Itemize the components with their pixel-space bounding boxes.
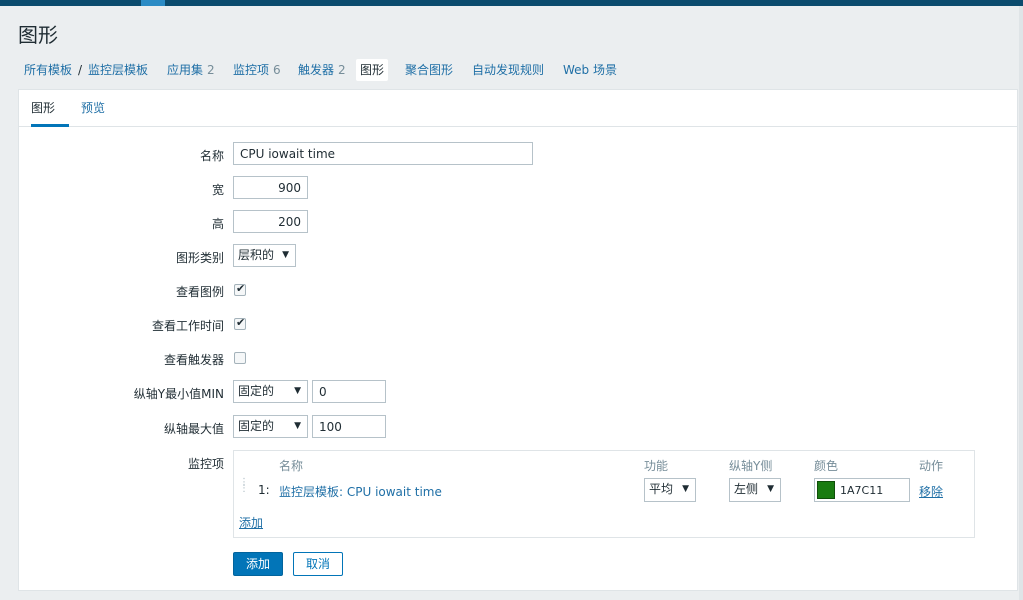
caret-down-icon: ▼ [767, 484, 774, 494]
color-value: 1A7C11 [840, 484, 884, 497]
breadcrumb-discovery-rules[interactable]: 自动发现规则 [472, 56, 544, 84]
breadcrumb-all-templates[interactable]: 所有模板 [24, 56, 72, 84]
show-worktime-checkbox[interactable]: ✔ [234, 316, 246, 330]
col-head-color: 颜色 [814, 459, 839, 473]
breadcrumb: 所有模板 / 监控层模板 应用集 2 监控项 6 触发器 2 图形 聚合图形 自动发现… [0, 56, 1023, 84]
scrollbar[interactable] [1019, 6, 1023, 600]
caret-down-icon: ▼ [294, 386, 301, 396]
row-number: 1: [258, 483, 270, 497]
width-input[interactable] [233, 176, 308, 199]
breadcrumb-applications[interactable]: 应用集 2 [167, 56, 215, 84]
ymax-type-select[interactable]: 固定的 ▼ [233, 415, 308, 438]
col-head-name: 名称 [279, 459, 304, 473]
col-head-yaxis: 纵轴Y侧 [729, 459, 773, 473]
width-label: 宽 [211, 183, 224, 197]
items-label: 监控项 [187, 457, 224, 471]
cancel-button[interactable]: 取消 [293, 552, 343, 576]
name-input[interactable] [233, 142, 533, 165]
name-label: 名称 [199, 149, 224, 163]
show-legend-checkbox[interactable]: ✔ [234, 282, 246, 296]
breadcrumb-separator: / [78, 63, 83, 77]
tab-preview[interactable]: 预览 [81, 90, 105, 127]
show-worktime-label: 查看工作时间 [151, 319, 224, 333]
page-title: 图形 [18, 23, 58, 47]
color-swatch[interactable] [817, 481, 835, 499]
col-head-function: 功能 [644, 459, 669, 473]
breadcrumb-web-scenarios[interactable]: Web 场景 [563, 56, 617, 84]
top-nav-indicator [141, 0, 165, 6]
tab-bar: 图形 预览 [19, 90, 1017, 127]
graph-form-panel: 图形 预览 名称 宽 高 图形类别 层积的▼ 查看图例 ✔ 查看工作时间 ✔ 查… [18, 89, 1018, 591]
ymin-value-input[interactable] [312, 380, 386, 403]
top-nav-bar [0, 0, 1023, 6]
graph-type-select[interactable]: 层积的 ▼ [233, 244, 296, 267]
breadcrumb-screens[interactable]: 聚合图形 [405, 56, 453, 84]
yaxis-side-select[interactable]: 左侧 ▼ [729, 478, 781, 502]
col-head-action: 动作 [919, 459, 944, 473]
tab-graph[interactable]: 图形 [31, 90, 69, 127]
ymin-label: 纵轴Y最小值MIN [133, 387, 224, 401]
breadcrumb-items[interactable]: 监控项 6 [233, 56, 281, 84]
show-triggers-label: 查看触发器 [163, 353, 224, 367]
breadcrumb-triggers[interactable]: 触发器 2 [298, 56, 346, 84]
show-legend-label: 查看图例 [175, 285, 224, 299]
ymin-type-select[interactable]: 固定的 ▼ [233, 380, 308, 403]
drag-handle-icon[interactable]: ⋮ ⋮ [239, 478, 249, 500]
item-name-link[interactable]: 监控层模板: CPU iowait time [279, 483, 442, 500]
height-input[interactable] [233, 210, 308, 233]
caret-down-icon: ▼ [282, 250, 289, 260]
breadcrumb-template[interactable]: 监控层模板 [88, 56, 148, 84]
check-icon: ✔ [236, 316, 246, 329]
graph-type-label: 图形类别 [175, 251, 224, 265]
show-triggers-checkbox[interactable] [234, 352, 246, 364]
function-select[interactable]: 平均 ▼ [644, 478, 696, 502]
height-label: 高 [211, 217, 224, 231]
caret-down-icon: ▼ [682, 484, 689, 494]
add-item-link[interactable]: 添加 [239, 514, 263, 531]
items-table: 名称 功能 纵轴Y侧 颜色 动作 ⋮ ⋮ 1: 监控层模板: CPU iowait… [233, 450, 975, 538]
breadcrumb-graphs[interactable]: 图形 [356, 59, 389, 81]
remove-item-link[interactable]: 移除 [919, 483, 943, 500]
ymax-value-input[interactable] [312, 415, 386, 438]
ymax-label: 纵轴最大值 [163, 422, 224, 436]
caret-down-icon: ▼ [294, 421, 301, 431]
add-button[interactable]: 添加 [233, 552, 283, 576]
check-icon: ✔ [236, 282, 246, 295]
